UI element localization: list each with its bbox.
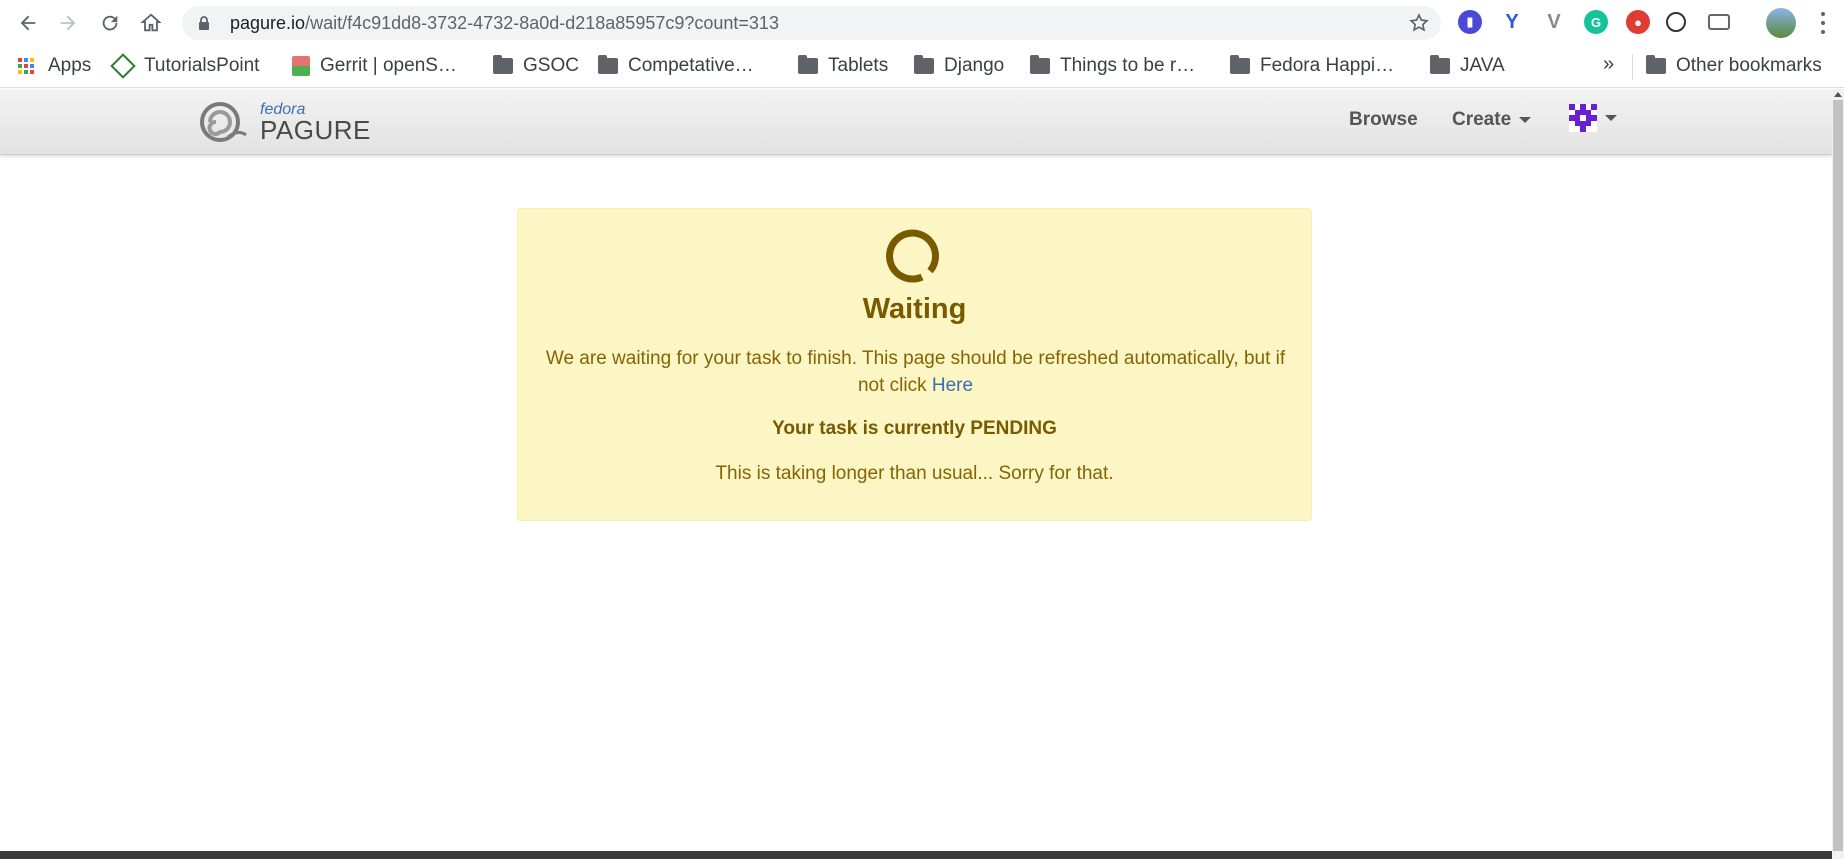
folder-icon (1230, 55, 1250, 74)
taking-longer-text: This is taking longer than usual... Sorr… (715, 463, 1114, 484)
folder-icon (798, 55, 818, 74)
bookmarks-bar: Apps TutorialsPoint Gerrit | openS… GSOC… (0, 46, 1844, 88)
bookmark-label: Django (944, 55, 1005, 76)
pagure-logo[interactable]: fedora PAGURE (198, 101, 370, 145)
bookmarks-divider (1632, 54, 1633, 80)
waiting-message: We are waiting for your task to finish. … (542, 345, 1289, 399)
folder-icon (914, 55, 934, 74)
grammarly-icon[interactable]: G (1584, 10, 1608, 34)
bookmark-label: Fedora Happi… (1260, 55, 1395, 76)
bookmark-label: Things to be r… (1060, 55, 1196, 76)
loading-spinner-icon (886, 229, 940, 283)
pagure-snail-icon (200, 102, 247, 142)
waiting-title: Waiting (862, 293, 967, 325)
folder-icon (1646, 55, 1666, 74)
footer-edge (0, 851, 1832, 859)
bookmark-folder-java[interactable]: JAVA (1430, 55, 1505, 77)
forward-arrow-icon[interactable] (48, 3, 88, 43)
url-text: pagure.io/wait/f4c91dd8-3732-4732-8a0d-d… (230, 13, 779, 34)
waiting-alert: Waiting We are waiting for your task to … (517, 208, 1312, 521)
folder-icon (493, 55, 513, 74)
bookmark-apps[interactable]: Apps (18, 55, 91, 77)
bookmark-label: Gerrit | openS… (320, 55, 457, 76)
bookmark-folder-django[interactable]: Django (914, 55, 1004, 77)
site-header: fedora PAGURE Browse Create (0, 89, 1832, 155)
scroll-up-arrow-icon[interactable] (1834, 92, 1842, 97)
bookmark-gerrit[interactable]: Gerrit | openS… (292, 55, 457, 77)
bookmark-folder-fedora[interactable]: Fedora Happi… (1230, 55, 1394, 77)
bookmark-label: Other bookmarks (1676, 55, 1822, 76)
bookmark-label: GSOC (523, 55, 579, 76)
bookmark-label: Competative… (628, 55, 754, 76)
bookmarks-overflow-button[interactable]: » (1603, 53, 1614, 76)
extension-v-icon[interactable]: V (1542, 10, 1566, 34)
address-bar[interactable]: pagure.io/wait/f4c91dd8-3732-4732-8a0d-d… (182, 6, 1441, 40)
extension-bookmark-icon[interactable]: ▮ (1458, 10, 1482, 34)
extension-y-icon[interactable]: Y (1500, 10, 1524, 34)
bookmark-star-icon[interactable] (1409, 13, 1429, 33)
speedometer-icon[interactable] (1666, 12, 1686, 32)
logo-text: fedora PAGURE (250, 101, 370, 145)
chevron-down-icon (1605, 115, 1617, 121)
profile-avatar-icon[interactable] (1766, 8, 1796, 38)
bookmark-folder-gsoc[interactable]: GSOC (493, 55, 579, 77)
folder-icon (1430, 55, 1450, 74)
reload-icon[interactable] (90, 3, 130, 43)
nav-create-dropdown[interactable]: Create (1452, 109, 1532, 131)
bookmark-label: Apps (48, 55, 92, 76)
home-icon[interactable] (131, 3, 171, 43)
tutorialspoint-icon (110, 53, 136, 79)
gerrit-icon (292, 56, 310, 76)
bookmark-label: TutorialsPoint (144, 55, 260, 76)
user-menu-dropdown[interactable] (1569, 104, 1617, 132)
extension-santa-icon[interactable]: ● (1626, 10, 1650, 34)
url-path: /wait/f4c91dd8-3732-4732-8a0d-d218a85957… (305, 12, 779, 33)
url-host: pagure.io (230, 12, 306, 33)
browser-toolbar: pagure.io/wait/f4c91dd8-3732-4732-8a0d-d… (0, 0, 1844, 46)
waiting-message-text: We are waiting for your task to finish. … (545, 348, 1286, 396)
folder-icon (1030, 55, 1050, 74)
bookmark-label: JAVA (1460, 55, 1505, 76)
browser-menu-icon[interactable] (1820, 12, 1826, 34)
nav-create-label: Create (1452, 109, 1512, 130)
bookmark-label: Tablets (828, 55, 889, 76)
scrollbar-thumb[interactable] (1833, 100, 1843, 851)
cast-icon[interactable] (1708, 14, 1730, 30)
nav-browse[interactable]: Browse (1349, 109, 1418, 131)
logo-pagure-text: PAGURE (260, 115, 371, 145)
bookmark-tutorialspoint[interactable]: TutorialsPoint (110, 53, 260, 79)
lock-icon (199, 16, 209, 30)
back-arrow-icon[interactable] (8, 3, 48, 43)
bookmark-folder-competative[interactable]: Competative… (598, 55, 754, 77)
bookmark-folder-tablets[interactable]: Tablets (798, 55, 888, 77)
chevron-down-icon (1519, 117, 1532, 123)
bookmark-folder-things[interactable]: Things to be r… (1030, 55, 1195, 77)
apps-grid-icon (18, 58, 38, 74)
user-avatar-icon (1569, 104, 1597, 132)
bookmark-other-bookmarks[interactable]: Other bookmarks (1646, 55, 1822, 77)
task-status-text: Your task is currently PENDING (772, 418, 1057, 439)
folder-icon (598, 55, 618, 74)
refresh-here-link[interactable]: Here (932, 375, 973, 396)
